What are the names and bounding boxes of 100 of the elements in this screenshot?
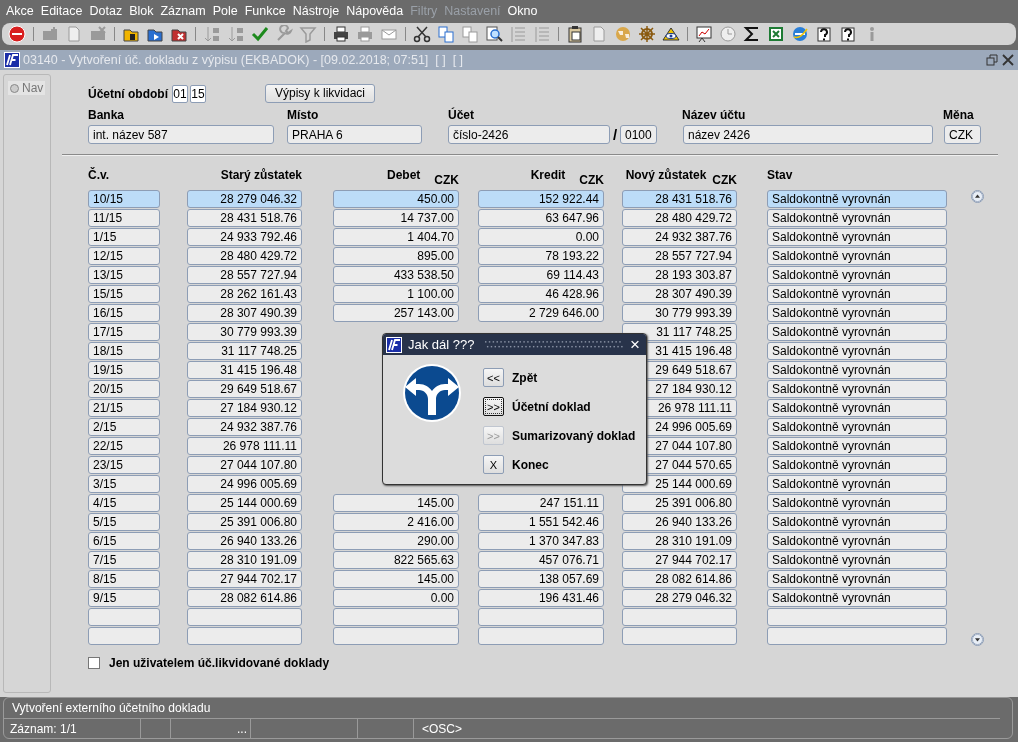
menu-item[interactable]: Nástroje [290, 4, 345, 18]
help-icon[interactable] [839, 25, 857, 43]
balance-cell[interactable]: 28 310 191.09 [187, 551, 302, 569]
balance-cell[interactable]: 28 082 614.86 [187, 589, 302, 607]
period-cell[interactable]: 13/15 [88, 266, 160, 284]
debit-cell[interactable]: 145.00 [333, 494, 459, 512]
debit-cell[interactable]: 450.00 [333, 190, 459, 208]
month-field[interactable]: 01 [172, 85, 188, 103]
credit-cell[interactable]: 63 647.96 [478, 209, 604, 227]
balance-cell[interactable]: 28 557 727.94 [187, 266, 302, 284]
balance-cell[interactable]: 31 117 748.25 [187, 342, 302, 360]
debit-cell[interactable]: 2 416.00 [333, 513, 459, 531]
menu-item[interactable]: Okno [505, 4, 543, 18]
debit-cell[interactable]: 145.00 [333, 570, 459, 588]
balance-cell[interactable]: 28 082 614.86 [622, 570, 737, 588]
credit-cell[interactable]: 196 431.46 [478, 589, 604, 607]
status-cell[interactable]: Saldokontně vyrovnán [767, 475, 947, 493]
status-cell[interactable]: Saldokontně vyrovnán [767, 190, 947, 208]
credit-cell[interactable]: 78 193.22 [478, 247, 604, 265]
menu-item[interactable]: Akce [4, 4, 39, 18]
statements-button[interactable]: Výpisy k likvidaci [265, 83, 376, 103]
empty-cell[interactable] [478, 627, 604, 645]
credit-cell[interactable]: 69 114.43 [478, 266, 604, 284]
balance-cell[interactable]: 27 044 107.80 [187, 456, 302, 474]
status-cell[interactable]: Saldokontně vyrovnán [767, 361, 947, 379]
debit-cell[interactable]: 433 538.50 [333, 266, 459, 284]
balance-cell[interactable]: 28 431 518.76 [187, 209, 302, 227]
wheel-icon[interactable] [638, 25, 656, 43]
credit-cell[interactable]: 138 057.69 [478, 570, 604, 588]
empty-cell[interactable] [187, 627, 302, 645]
debit-cell[interactable]: 290.00 [333, 532, 459, 550]
chart-icon[interactable] [695, 25, 713, 43]
option-button[interactable]: << [483, 368, 504, 387]
excel-icon[interactable] [767, 25, 785, 43]
balance-cell[interactable]: 30 779 993.39 [622, 304, 737, 322]
place-field[interactable]: PRAHA 6 [287, 125, 422, 144]
debit-cell[interactable]: 1 404.70 [333, 228, 459, 246]
period-cell[interactable]: 17/15 [88, 323, 160, 341]
balance-cell[interactable]: 25 144 000.69 [187, 494, 302, 512]
eye-icon[interactable] [662, 25, 680, 43]
debit-cell[interactable]: 822 565.63 [333, 551, 459, 569]
copy-icon[interactable] [437, 25, 455, 43]
exit-icon[interactable] [8, 25, 26, 43]
empty-cell[interactable] [187, 608, 302, 626]
year-field[interactable]: 15 [190, 85, 206, 103]
credit-cell[interactable]: 1 551 542.46 [478, 513, 604, 531]
help-icon[interactable] [815, 25, 833, 43]
menu-item[interactable]: Dotaz [87, 4, 128, 18]
balance-cell[interactable]: 28 279 046.32 [187, 190, 302, 208]
status-cell[interactable]: Saldokontně vyrovnán [767, 304, 947, 322]
browser-icon[interactable] [791, 25, 809, 43]
clipboard-icon[interactable] [566, 25, 584, 43]
status-cell[interactable]: Saldokontně vyrovnán [767, 342, 947, 360]
balance-cell[interactable]: 31 415 196.48 [187, 361, 302, 379]
balance-cell[interactable]: 28 431 518.76 [622, 190, 737, 208]
nav-radio[interactable]: Nav [8, 81, 46, 95]
account-field[interactable]: číslo-2426 [448, 125, 610, 144]
empty-cell[interactable] [333, 627, 459, 645]
balance-cell[interactable]: 25 391 006.80 [187, 513, 302, 531]
status-cell[interactable]: Saldokontně vyrovnán [767, 456, 947, 474]
status-cell[interactable]: Saldokontně vyrovnán [767, 570, 947, 588]
menu-item[interactable]: Blok [127, 4, 159, 18]
period-cell[interactable]: 1/15 [88, 228, 160, 246]
balance-cell[interactable]: 29 649 518.67 [187, 380, 302, 398]
status-cell[interactable]: Saldokontně vyrovnán [767, 437, 947, 455]
option-button[interactable]: X [483, 455, 504, 474]
credit-cell[interactable]: 247 151.11 [478, 494, 604, 512]
balance-cell[interactable]: 30 779 993.39 [187, 323, 302, 341]
balance-cell[interactable]: 28 307 490.39 [187, 304, 302, 322]
balance-cell[interactable]: 24 932 387.76 [622, 228, 737, 246]
close-icon[interactable] [1002, 54, 1014, 66]
credit-cell[interactable]: 0.00 [478, 228, 604, 246]
balance-cell[interactable]: 27 944 702.17 [622, 551, 737, 569]
print-icon[interactable] [332, 25, 350, 43]
period-cell[interactable]: 21/15 [88, 399, 160, 417]
balance-cell[interactable]: 28 262 161.43 [187, 285, 302, 303]
period-cell[interactable]: 16/15 [88, 304, 160, 322]
balance-cell[interactable]: 24 932 387.76 [187, 418, 302, 436]
currency-field[interactable]: CZK [944, 125, 981, 144]
balance-cell[interactable]: 28 480 429.72 [622, 209, 737, 227]
check-icon[interactable] [251, 25, 269, 43]
status-cell[interactable]: Saldokontně vyrovnán [767, 418, 947, 436]
period-cell[interactable]: 15/15 [88, 285, 160, 303]
menu-item[interactable]: Nápověda [344, 4, 409, 18]
status-cell[interactable]: Saldokontně vyrovnán [767, 285, 947, 303]
period-cell[interactable]: 5/15 [88, 513, 160, 531]
empty-cell[interactable] [767, 627, 947, 645]
status-cell[interactable]: Saldokontně vyrovnán [767, 589, 947, 607]
empty-cell[interactable] [88, 608, 160, 626]
status-cell[interactable]: Saldokontně vyrovnán [767, 266, 947, 284]
period-cell[interactable]: 6/15 [88, 532, 160, 550]
menu-item[interactable]: Pole [210, 4, 243, 18]
status-cell[interactable]: Saldokontně vyrovnán [767, 513, 947, 531]
period-cell[interactable]: 23/15 [88, 456, 160, 474]
balance-cell[interactable]: 25 391 006.80 [622, 494, 737, 512]
period-cell[interactable]: 18/15 [88, 342, 160, 360]
menu-item[interactable]: Funkce [242, 4, 291, 18]
balance-cell[interactable]: 28 307 490.39 [622, 285, 737, 303]
option-button[interactable]: >> [483, 397, 504, 416]
balance-cell[interactable]: 28 480 429.72 [187, 247, 302, 265]
